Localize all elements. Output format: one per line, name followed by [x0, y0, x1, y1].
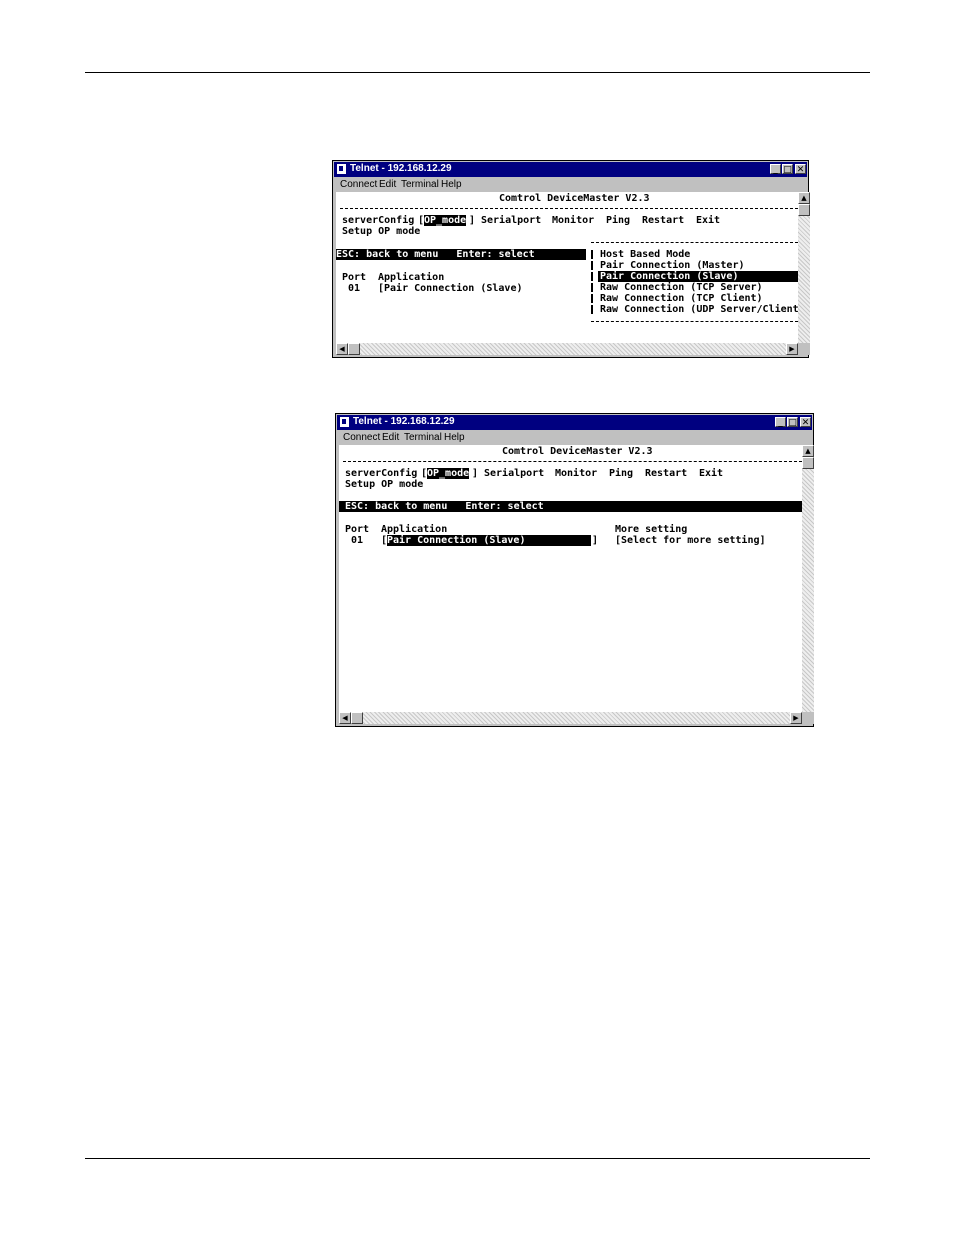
menu-bar: Connect Edit Terminal Help: [337, 431, 812, 444]
more-setting-field[interactable]: [Select for more setting]: [615, 535, 766, 546]
telnet-app-icon[interactable]: [340, 417, 349, 427]
arrow-right-icon[interactable]: ▶: [790, 712, 802, 724]
column-port: Port: [342, 272, 367, 283]
window-title: Telnet - 192.168.12.29: [353, 416, 455, 427]
horizontal-scrollbar[interactable]: ◀ ▶: [336, 343, 798, 355]
arrow-up-icon[interactable]: ▲: [802, 445, 814, 457]
vertical-scroll-thumb[interactable]: [802, 457, 814, 469]
nav-restart[interactable]: Restart: [642, 215, 684, 226]
nav-exit[interactable]: Exit: [696, 215, 720, 226]
nav-op-mode-bracket-close: ]: [469, 215, 476, 226]
menu-help[interactable]: Help: [441, 179, 462, 190]
title-bar[interactable]: Telnet - 192.168.12.29 _ □ ✕: [334, 162, 807, 177]
row-port: 01: [351, 535, 364, 546]
application-field-bracket-close: ]: [592, 535, 599, 546]
nav-monitor[interactable]: Monitor: [552, 215, 594, 226]
dropdown-option-selected[interactable]: Pair Connection (Slave): [598, 271, 798, 282]
nav-serverconfig[interactable]: serverConfig: [342, 215, 414, 226]
terminal-header: Comtrol DeviceMaster V2.3: [499, 193, 650, 204]
minimize-button[interactable]: _: [770, 164, 781, 175]
bottom-rule: [85, 1158, 870, 1159]
nav-monitor[interactable]: Monitor: [555, 468, 597, 479]
dropdown-edge: [591, 261, 593, 270]
column-application: Application: [378, 272, 445, 283]
vertical-scroll-thumb[interactable]: [798, 204, 810, 216]
dropdown-option[interactable]: Raw Connection (UDP Server/Client: [600, 304, 798, 315]
dropdown-option[interactable]: Raw Connection (TCP Server): [600, 282, 763, 293]
horizontal-scroll-thumb[interactable]: [348, 343, 360, 355]
nav-serialport[interactable]: Serialport: [484, 468, 544, 479]
dropdown-edge: [591, 272, 593, 281]
column-more-setting: More setting: [615, 524, 688, 535]
nav-op-mode[interactable]: OP_mode: [424, 215, 467, 226]
maximize-button[interactable]: □: [782, 164, 793, 175]
dropdown-edge: [591, 305, 593, 314]
menu-terminal[interactable]: Terminal: [404, 432, 442, 443]
divider: [340, 208, 798, 209]
row-application[interactable]: [Pair Connection (Slave): [378, 283, 523, 294]
status-bar: ESC: back to menu Enter: select: [339, 501, 802, 512]
dropdown-top-border: [591, 242, 798, 243]
arrow-left-icon[interactable]: ◀: [336, 343, 348, 355]
dropdown-edge: [591, 250, 593, 259]
menu-edit[interactable]: Edit: [379, 179, 396, 190]
terminal-screen[interactable]: Comtrol DeviceMaster V2.3 serverConfig […: [336, 192, 798, 343]
page-subtitle: Setup OP mode: [345, 479, 424, 490]
terminal-screen[interactable]: Comtrol DeviceMaster V2.3 serverConfig […: [339, 445, 802, 712]
nav-ping[interactable]: Ping: [609, 468, 633, 479]
terminal-header: Comtrol DeviceMaster V2.3: [502, 446, 653, 457]
close-button[interactable]: ✕: [795, 164, 806, 175]
nav-exit[interactable]: Exit: [699, 468, 723, 479]
arrow-up-icon[interactable]: ▲: [798, 192, 810, 204]
dropdown-bottom-border: [591, 321, 798, 322]
dropdown-edge: [591, 283, 593, 292]
nav-restart[interactable]: Restart: [645, 468, 687, 479]
arrow-right-icon[interactable]: ▶: [786, 343, 798, 355]
resize-grip[interactable]: [798, 343, 810, 355]
column-port: Port: [345, 524, 370, 535]
menu-help[interactable]: Help: [444, 432, 465, 443]
dropdown-option[interactable]: Raw Connection (TCP Client): [600, 293, 763, 304]
divider: [343, 461, 802, 462]
vertical-scrollbar[interactable]: ▲: [798, 192, 810, 343]
horizontal-scrollbar[interactable]: ◀ ▶: [339, 712, 802, 724]
maximize-button[interactable]: □: [787, 417, 798, 428]
nav-op-mode-bracket-close: ]: [472, 468, 479, 479]
resize-grip[interactable]: [802, 712, 814, 724]
menu-bar: Connect Edit Terminal Help: [334, 178, 807, 191]
nav-ping[interactable]: Ping: [606, 215, 630, 226]
window-title: Telnet - 192.168.12.29: [350, 163, 452, 174]
title-bar[interactable]: Telnet - 192.168.12.29 _ □ ✕: [337, 415, 812, 430]
menu-edit[interactable]: Edit: [382, 432, 399, 443]
close-button[interactable]: ✕: [800, 417, 811, 428]
dropdown-option[interactable]: Pair Connection (Master): [600, 260, 745, 271]
arrow-left-icon[interactable]: ◀: [339, 712, 351, 724]
dropdown-option[interactable]: Host Based Mode: [600, 249, 690, 260]
status-bar: ESC: back to menu Enter: select: [336, 249, 586, 260]
menu-connect[interactable]: Connect: [340, 179, 377, 190]
row-port: 01: [348, 283, 361, 294]
nav-op-mode[interactable]: OP_mode: [427, 468, 470, 479]
nav-serverconfig[interactable]: serverConfig: [345, 468, 417, 479]
page-subtitle: Setup OP mode: [342, 226, 421, 237]
telnet-window-2: Telnet - 192.168.12.29 _ □ ✕ Connect Edi…: [335, 413, 814, 727]
nav-serialport[interactable]: Serialport: [481, 215, 541, 226]
minimize-button[interactable]: _: [775, 417, 786, 428]
vertical-scrollbar[interactable]: ▲: [802, 445, 814, 712]
telnet-app-icon[interactable]: [337, 164, 346, 174]
top-rule: [85, 72, 870, 73]
telnet-window-1: Telnet - 192.168.12.29 _ □ ✕ Connect Edi…: [332, 160, 810, 358]
menu-connect[interactable]: Connect: [343, 432, 380, 443]
dropdown-edge: [591, 294, 593, 303]
menu-terminal[interactable]: Terminal: [401, 179, 439, 190]
column-application: Application: [381, 524, 448, 535]
horizontal-scroll-thumb[interactable]: [351, 712, 363, 724]
application-field[interactable]: Pair Connection (Slave): [387, 535, 591, 546]
